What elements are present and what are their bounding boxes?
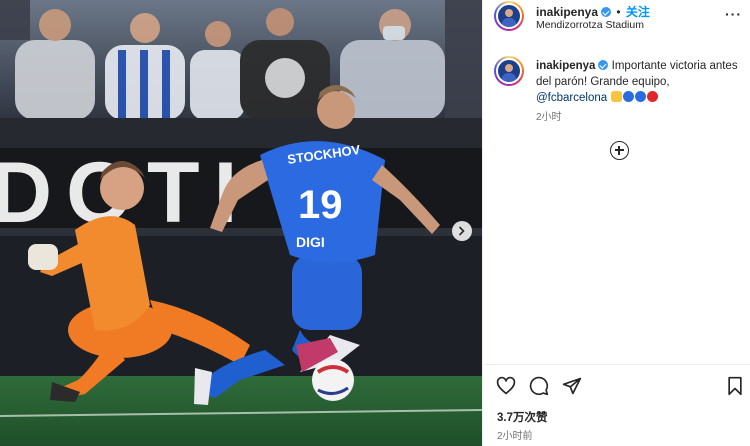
verified-icon [601,7,612,17]
next-photo-button[interactable] [452,221,472,241]
post-photo[interactable]: DOTI [0,0,482,446]
author-line: inakipenya • 关注 [536,3,650,20]
location-link[interactable]: Mendizorrotza Stadium [536,19,644,31]
comment-icon[interactable] [529,376,549,396]
likes-count[interactable]: 3.7万次赞 [497,409,548,425]
blue-circle-icon [623,91,635,102]
author-username[interactable]: inakipenya [536,5,598,19]
save-bookmark-icon[interactable] [726,376,744,396]
flexed-biceps-icon [611,91,623,102]
load-more-comments-icon[interactable] [610,141,629,160]
post-details-panel: inakipenya • 关注 Mendizorrotza Stadium ··… [482,0,750,446]
verified-icon [598,60,609,70]
separator-dot: • [616,5,621,19]
caption-username[interactable]: inakipenya [536,60,595,72]
post-header: inakipenya • 关注 Mendizorrotza Stadium ··… [483,0,750,40]
like-heart-icon[interactable] [496,376,516,396]
blue-circle-icon [635,91,647,102]
jersey-sponsor: DIGI [296,234,325,250]
red-circle-icon [647,91,659,102]
chevron-right-icon [459,226,465,236]
author-avatar[interactable] [494,1,524,31]
caption-avatar[interactable] [494,56,524,86]
caption-time: 2小时 [536,112,562,123]
post-timestamp: 2小时前 [497,431,533,442]
share-paper-plane-icon[interactable] [562,376,582,396]
action-bar [483,376,750,400]
mention-link[interactable]: @fcbarcelona [536,92,607,104]
follow-button[interactable]: 关注 [626,5,650,19]
jersey-number: 19 [298,183,343,227]
more-options-icon[interactable]: ··· [725,6,742,22]
football [312,359,354,401]
divider [483,364,750,365]
photo-scene: DOTI [0,0,482,446]
caption-text: inakipenya Importante victoria antes del… [536,58,741,106]
